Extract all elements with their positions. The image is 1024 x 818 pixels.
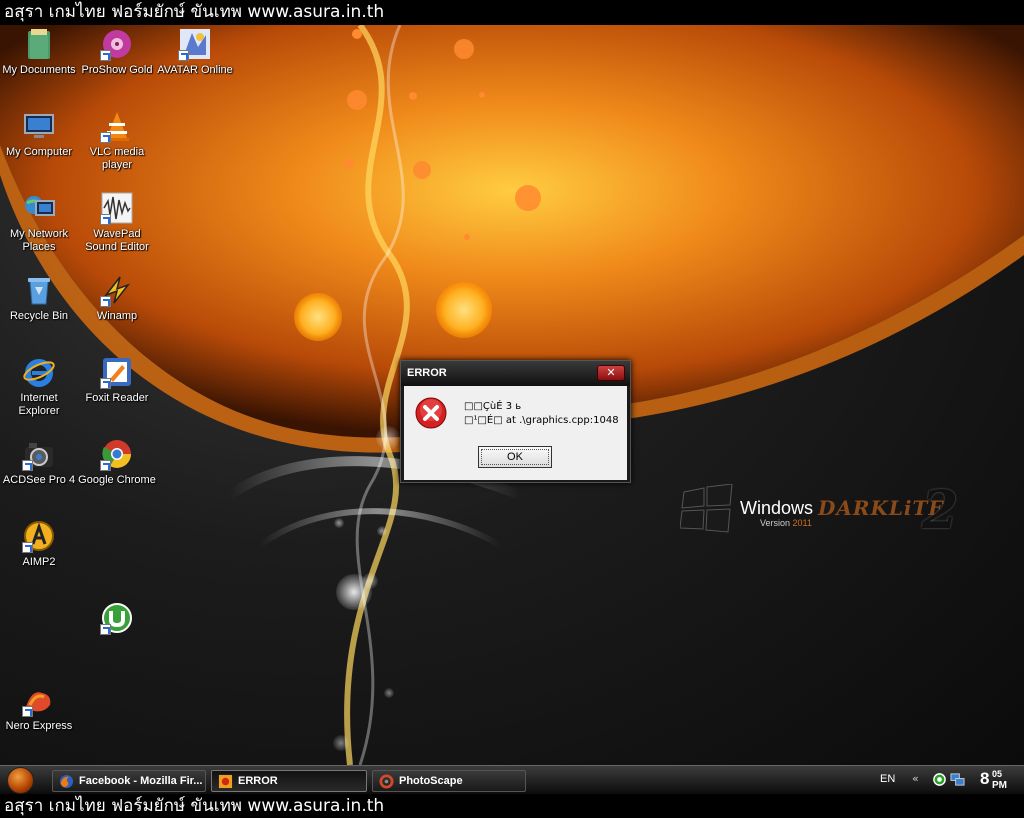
foxit-reader-icon <box>100 355 134 389</box>
windows-darklite-logo: Windows Version 2011 DARKLiTE 2 <box>680 480 980 550</box>
dialog-message-line2: □¹□É□ at .\graphics.cpp:1048 <box>464 415 619 426</box>
tray-green-icon[interactable] <box>932 772 947 787</box>
nero-express-icon <box>22 683 56 717</box>
desktop-icon-google-chrome[interactable]: Google Chrome <box>78 437 156 487</box>
desktop-icon-vlc[interactable]: VLC media player <box>78 109 156 172</box>
logo-windows-text: Windows <box>740 498 814 518</box>
logo-version-label: Version <box>760 518 791 528</box>
icon-label: Nero Express <box>5 720 73 732</box>
icon-label: My Network Places <box>9 228 69 253</box>
dialog-message: □□ÇùÉ 3 ь □¹□É□ at .\graphics.cpp:1048 <box>464 400 619 428</box>
clock-hour[interactable]: 8 <box>980 769 989 789</box>
desktop-icon-foxit-reader[interactable]: Foxit Reader <box>78 355 156 405</box>
close-icon: ✕ <box>606 366 616 379</box>
shortcut-arrow-icon <box>100 214 111 225</box>
proshow-gold-icon <box>100 27 134 61</box>
taskbar-item-label: PhotoScape <box>399 775 463 787</box>
taskbar-item-firefox[interactable]: Facebook - Mozilla Fir... <box>52 770 206 792</box>
shortcut-arrow-icon <box>100 378 111 389</box>
desktop-icon-recycle-bin[interactable]: Recycle Bin <box>0 273 78 323</box>
desktop-icon-aimp2[interactable]: AIMP2 <box>0 519 78 569</box>
taskbar-item-label: Facebook - Mozilla Fir... <box>79 775 203 787</box>
shortcut-arrow-icon <box>100 624 111 635</box>
desktop-icon-my-documents[interactable]: My Documents <box>0 27 78 77</box>
bottom-banner: อสุรา เกมไทย ฟอร์มยักษ์ ขันเทพ www.asura… <box>0 794 1024 818</box>
desktop-icon-winamp[interactable]: Winamp <box>78 273 156 323</box>
logo-version-text: Version 2011 <box>760 518 812 528</box>
desktop-icon-my-computer[interactable]: My Computer <box>0 109 78 159</box>
taskbar: Facebook - Mozilla Fir... ERROR PhotoSca… <box>0 765 1024 794</box>
acdsee-icon <box>22 437 56 471</box>
icon-label: My Documents <box>2 64 76 76</box>
taskbar-item-error[interactable]: ERROR <box>211 770 367 792</box>
icon-label: ACDSee Pro 4 <box>2 474 76 486</box>
network-tray-icon[interactable] <box>950 772 965 787</box>
dialog-close-button[interactable]: ✕ <box>597 365 625 381</box>
shortcut-arrow-icon <box>100 50 111 61</box>
firefox-icon <box>59 774 74 789</box>
recycle-bin-icon <box>22 273 56 307</box>
my-computer-icon <box>22 109 56 143</box>
desktop-icon-wavepad[interactable]: WavePad Sound Editor <box>78 191 156 254</box>
taskbar-item-label: ERROR <box>238 775 278 787</box>
icon-label: Recycle Bin <box>9 310 69 322</box>
icon-label: My Computer <box>5 146 73 158</box>
avatar-online-icon <box>178 27 212 61</box>
aimp2-icon <box>22 519 56 553</box>
wavepad-icon <box>100 191 134 225</box>
shortcut-arrow-icon <box>100 296 111 307</box>
windows-flag-icon <box>680 484 733 533</box>
desktop-icon-acdsee[interactable]: ACDSee Pro 4 <box>0 437 78 487</box>
network-places-icon <box>22 191 56 225</box>
dialog-body: □□ÇùÉ 3 ь □¹□É□ at .\graphics.cpp:1048 O… <box>404 386 627 480</box>
shortcut-arrow-icon <box>100 132 111 143</box>
logo-number-text: 2 <box>922 480 959 541</box>
clock-ampm[interactable]: PM <box>992 780 1007 791</box>
utorrent-icon <box>100 601 134 635</box>
shortcut-arrow-icon <box>22 460 33 471</box>
shortcut-arrow-icon <box>100 460 111 471</box>
icon-label: Google Chrome <box>78 474 156 486</box>
desktop-icon-utorrent[interactable] <box>78 601 156 638</box>
dialog-titlebar[interactable]: ERROR ✕ <box>401 361 630 386</box>
app-icon <box>218 774 233 789</box>
icon-label: AIMP2 <box>22 556 56 568</box>
ok-button[interactable]: OK <box>478 446 552 468</box>
icon-label: WavePad Sound Editor <box>85 228 149 253</box>
desktop-icon-proshow-gold[interactable]: ProShow Gold <box>78 27 156 77</box>
my-documents-icon <box>22 27 56 61</box>
start-button[interactable] <box>7 767 34 794</box>
desktop-icon-internet-explorer[interactable]: Internet Explorer <box>0 355 78 418</box>
icon-label: Foxit Reader <box>85 392 149 404</box>
shortcut-arrow-icon <box>178 50 189 61</box>
winamp-icon <box>100 273 134 307</box>
dialog-message-line1: □□ÇùÉ 3 ь <box>464 401 522 412</box>
shortcut-arrow-icon <box>22 542 33 553</box>
icon-label: VLC media player <box>89 146 145 171</box>
error-dialog[interactable]: ERROR ✕ □□ÇùÉ 3 ь □¹□É□ at .\graphics.cp… <box>400 360 631 483</box>
logo-version-year: 2011 <box>792 518 812 528</box>
desktop-icon-avatar-online[interactable]: AVATAR Online <box>156 27 234 77</box>
icon-label: AVATAR Online <box>157 64 233 76</box>
photoscape-icon <box>379 774 394 789</box>
vlc-icon <box>100 109 134 143</box>
taskbar-item-photoscape[interactable]: PhotoScape <box>372 770 526 792</box>
desktop-icon-network-places[interactable]: My Network Places <box>0 191 78 254</box>
top-banner: อสุรา เกมไทย ฟอร์มยักษ์ ขันเทพ www.asura… <box>0 0 1024 25</box>
icon-label: Winamp <box>96 310 138 322</box>
google-chrome-icon <box>100 437 134 471</box>
clock-minute[interactable]: 05 <box>992 769 1002 779</box>
desktop-icon-nero-express[interactable]: Nero Express <box>0 683 78 733</box>
icon-label: ProShow Gold <box>81 64 153 76</box>
internet-explorer-icon <box>22 355 56 389</box>
error-icon <box>415 397 447 429</box>
language-indicator[interactable]: EN <box>880 773 895 785</box>
icon-label: Internet Explorer <box>18 392 60 417</box>
shortcut-arrow-icon <box>22 706 33 717</box>
show-hidden-icons-button[interactable]: « <box>912 772 919 785</box>
dialog-title: ERROR <box>407 367 447 379</box>
